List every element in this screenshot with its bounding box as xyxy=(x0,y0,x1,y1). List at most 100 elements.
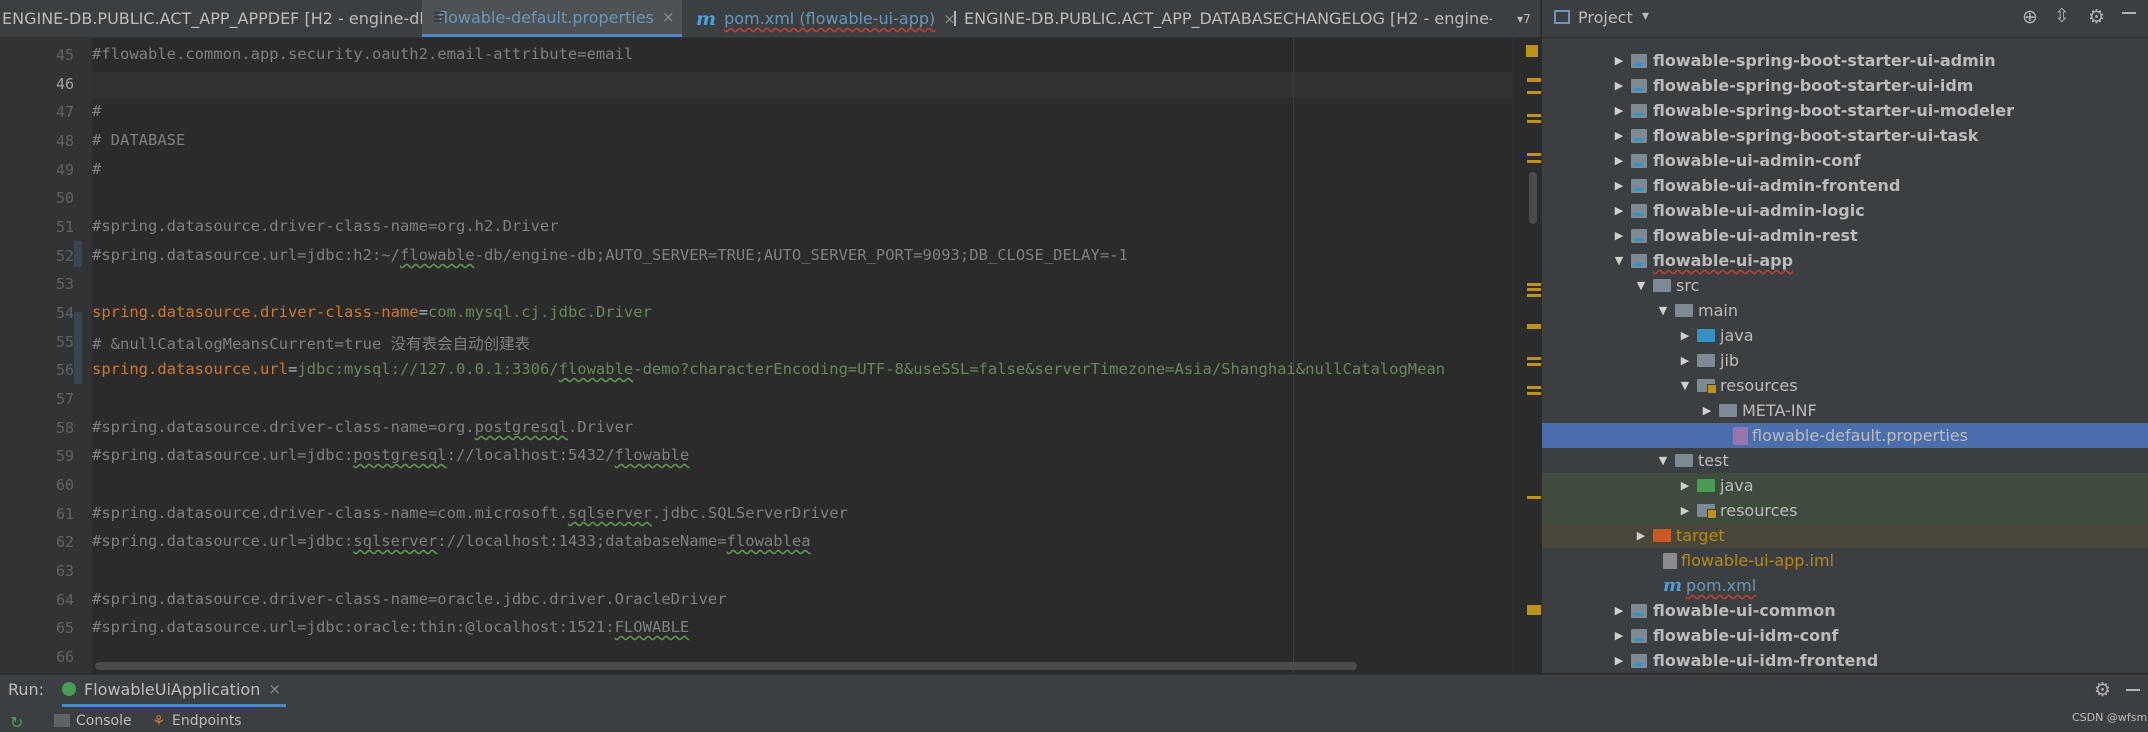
folder-icon xyxy=(1675,454,1693,467)
expand-arrow-icon[interactable]: ▶ xyxy=(1613,629,1625,642)
chevron-down-icon[interactable]: ▾ xyxy=(1642,8,1649,24)
warning-indicator-icon[interactable] xyxy=(1526,45,1538,57)
tree-item[interactable]: ▶ flowable-ui-admin-conf xyxy=(1542,148,2148,173)
horizontal-scrollbar[interactable] xyxy=(95,662,1357,670)
tree-item[interactable]: ▼ resources xyxy=(1542,373,2148,398)
tree-item-label: flowable-ui-app.iml xyxy=(1681,551,1835,570)
expand-arrow-icon[interactable]: ▶ xyxy=(1679,354,1691,367)
folder-icon xyxy=(1653,279,1671,292)
rerun-icon[interactable]: ↻ xyxy=(10,713,23,732)
code-line-54: spring.datasource.driver-class-name=com.… xyxy=(92,303,652,321)
typo-word: flowable xyxy=(558,360,634,378)
expand-arrow-icon[interactable]: ▼ xyxy=(1657,304,1669,317)
project-title[interactable]: Project xyxy=(1578,8,1633,27)
run-config-tab[interactable]: FlowableUiApplication × xyxy=(62,674,286,707)
console-tab[interactable]: Console xyxy=(76,713,132,729)
tree-item[interactable]: ▶ flowable-ui-idm-conf xyxy=(1542,623,2148,648)
tab-label: ENGINE-DB.PUBLIC.ACT_APP_DATABASECHANGEL… xyxy=(964,9,1492,28)
tree-item-label: flowable-ui-idm-frontend xyxy=(1653,651,1879,670)
typo-word: flowable xyxy=(399,246,475,264)
equals-sign: = xyxy=(418,303,428,321)
tree-item-label: flowable-ui-idm-conf xyxy=(1653,626,1839,645)
expand-arrow-icon[interactable]: ▶ xyxy=(1613,604,1625,617)
comment-text: # xyxy=(92,160,102,178)
line-number: 64 xyxy=(55,591,74,609)
hide-panel-icon[interactable] xyxy=(2126,689,2140,691)
expand-arrow-icon[interactable]: ▼ xyxy=(1657,454,1669,467)
table-icon xyxy=(954,11,956,26)
tree-item[interactable]: ▶ flowable-ui-admin-rest xyxy=(1542,223,2148,248)
tree-item[interactable]: ▼ test xyxy=(1542,448,2148,473)
tree-item[interactable]: ▶ flowable-ui-admin-frontend xyxy=(1542,173,2148,198)
vertical-scrollbar[interactable] xyxy=(1529,172,1537,224)
expand-arrow-icon[interactable]: ▶ xyxy=(1613,229,1625,242)
expand-arrow-icon[interactable]: ▶ xyxy=(1679,479,1691,492)
expand-arrow-icon[interactable]: ▶ xyxy=(1613,154,1625,167)
tree-item[interactable]: ▶ jib xyxy=(1542,348,2148,373)
tree-item[interactable]: ▼ flowable-ui-app xyxy=(1542,248,2148,273)
tree-item[interactable]: ▶ flowable-spring-boot-starter-ui-task xyxy=(1542,123,2148,148)
expand-arrow-icon[interactable]: ▼ xyxy=(1635,279,1647,292)
expand-arrow-icon[interactable]: ▶ xyxy=(1635,529,1647,542)
module-folder-icon xyxy=(1631,78,1647,93)
test-folder-icon xyxy=(1697,479,1715,492)
typo-word: sqlserver xyxy=(567,504,652,522)
tab-pom-xml[interactable]: m pom.xml (flowable-ui-app) × xyxy=(688,0,956,37)
tree-item[interactable]: flowable-ui-app.iml xyxy=(1542,548,2148,573)
expand-arrow-icon[interactable]: ▶ xyxy=(1613,179,1625,192)
tree-item[interactable]: ▶ flowable-spring-boot-starter-ui-modeler xyxy=(1542,98,2148,123)
tree-item[interactable]: ▶ META-INF xyxy=(1542,398,2148,423)
tree-item[interactable]: ▶ java xyxy=(1542,323,2148,348)
tree-item[interactable]: ▶ flowable-ui-common xyxy=(1542,598,2148,623)
tab-act-app-databasechangelog[interactable]: ENGINE-DB.PUBLIC.ACT_APP_DATABASECHANGEL… xyxy=(946,0,1492,37)
collapse-all-icon[interactable]: ⇳ xyxy=(2054,5,2070,27)
tree-item[interactable]: ▼ src xyxy=(1542,273,2148,298)
tree-item[interactable]: ▶ flowable-ui-idm-frontend xyxy=(1542,648,2148,673)
tab-overflow-button[interactable]: ▾7 xyxy=(1508,0,1540,37)
hide-panel-icon[interactable] xyxy=(2122,12,2136,14)
comment-text: #spring.datasource.driver-class-name=org… xyxy=(92,217,559,235)
expand-arrow-icon[interactable]: ▶ xyxy=(1613,54,1625,67)
expand-arrow-icon[interactable]: ▶ xyxy=(1701,404,1713,417)
tree-item[interactable]: ▶ flowable-spring-boot-starter-ui-idm xyxy=(1542,73,2148,98)
property-value: com.mysql.cj.jdbc.Driver xyxy=(427,303,652,321)
typo-word: flowablea xyxy=(726,532,811,550)
tree-item[interactable]: m pom.xml xyxy=(1542,573,2148,598)
line-number: 49 xyxy=(55,161,74,179)
expand-arrow-icon[interactable]: ▶ xyxy=(1679,329,1691,342)
line-number: 58 xyxy=(55,419,74,437)
module-folder-icon xyxy=(1631,178,1647,193)
tree-item[interactable]: ▶ java xyxy=(1542,473,2148,498)
tree-item[interactable]: ▶ target xyxy=(1542,523,2148,548)
line-number: 45 xyxy=(55,46,74,64)
endpoints-tab[interactable]: Endpoints xyxy=(172,713,242,729)
expand-arrow-icon[interactable]: ▶ xyxy=(1613,129,1625,142)
close-icon[interactable]: × xyxy=(268,680,281,698)
expand-arrow-icon[interactable]: ▼ xyxy=(1679,379,1691,392)
excluded-folder-icon xyxy=(1653,529,1671,542)
expand-arrow-icon[interactable]: ▶ xyxy=(1613,79,1625,92)
expand-arrow-icon[interactable]: ▼ xyxy=(1613,254,1625,267)
module-folder-icon xyxy=(1631,128,1647,143)
tree-item[interactable]: ▶ flowable-spring-boot-starter-ui-admin xyxy=(1542,48,2148,73)
gear-icon[interactable]: ⚙ xyxy=(2094,679,2111,701)
tree-item-selected[interactable]: flowable-default.properties xyxy=(1542,423,2148,448)
comment-text: #spring.datasource.url=jdbc: xyxy=(92,532,354,550)
property-key: spring.datasource.driver-class-name xyxy=(92,303,419,321)
close-icon[interactable]: × xyxy=(662,8,675,26)
tree-item-label: flowable-ui-admin-rest xyxy=(1653,226,1858,245)
tree-item[interactable]: ▼ main xyxy=(1542,298,2148,323)
tab-act-app-appdef[interactable]: ENGINE-DB.PUBLIC.ACT_APP_APPDEF [H2 - en… xyxy=(0,0,456,37)
expand-arrow-icon[interactable]: ▶ xyxy=(1613,104,1625,117)
gear-icon[interactable]: ⚙ xyxy=(2088,6,2105,28)
tree-item[interactable]: ▶ resources xyxy=(1542,498,2148,523)
locate-icon[interactable]: ⊕ xyxy=(2022,6,2038,28)
tree-item[interactable]: ▶ flowable-ui-admin-logic xyxy=(1542,198,2148,223)
code-line-58: #spring.datasource.driver-class-name=org… xyxy=(92,418,633,436)
expand-arrow-icon[interactable]: ▶ xyxy=(1613,654,1625,667)
tab-flowable-default-properties[interactable]: flowable-default.properties × xyxy=(422,0,682,37)
code-editor[interactable]: #flowable.common.app.security.oauth2.ema… xyxy=(92,38,1528,673)
expand-arrow-icon[interactable]: ▶ xyxy=(1679,504,1691,517)
expand-arrow-icon[interactable]: ▶ xyxy=(1613,204,1625,217)
project-icon xyxy=(1554,10,1570,24)
